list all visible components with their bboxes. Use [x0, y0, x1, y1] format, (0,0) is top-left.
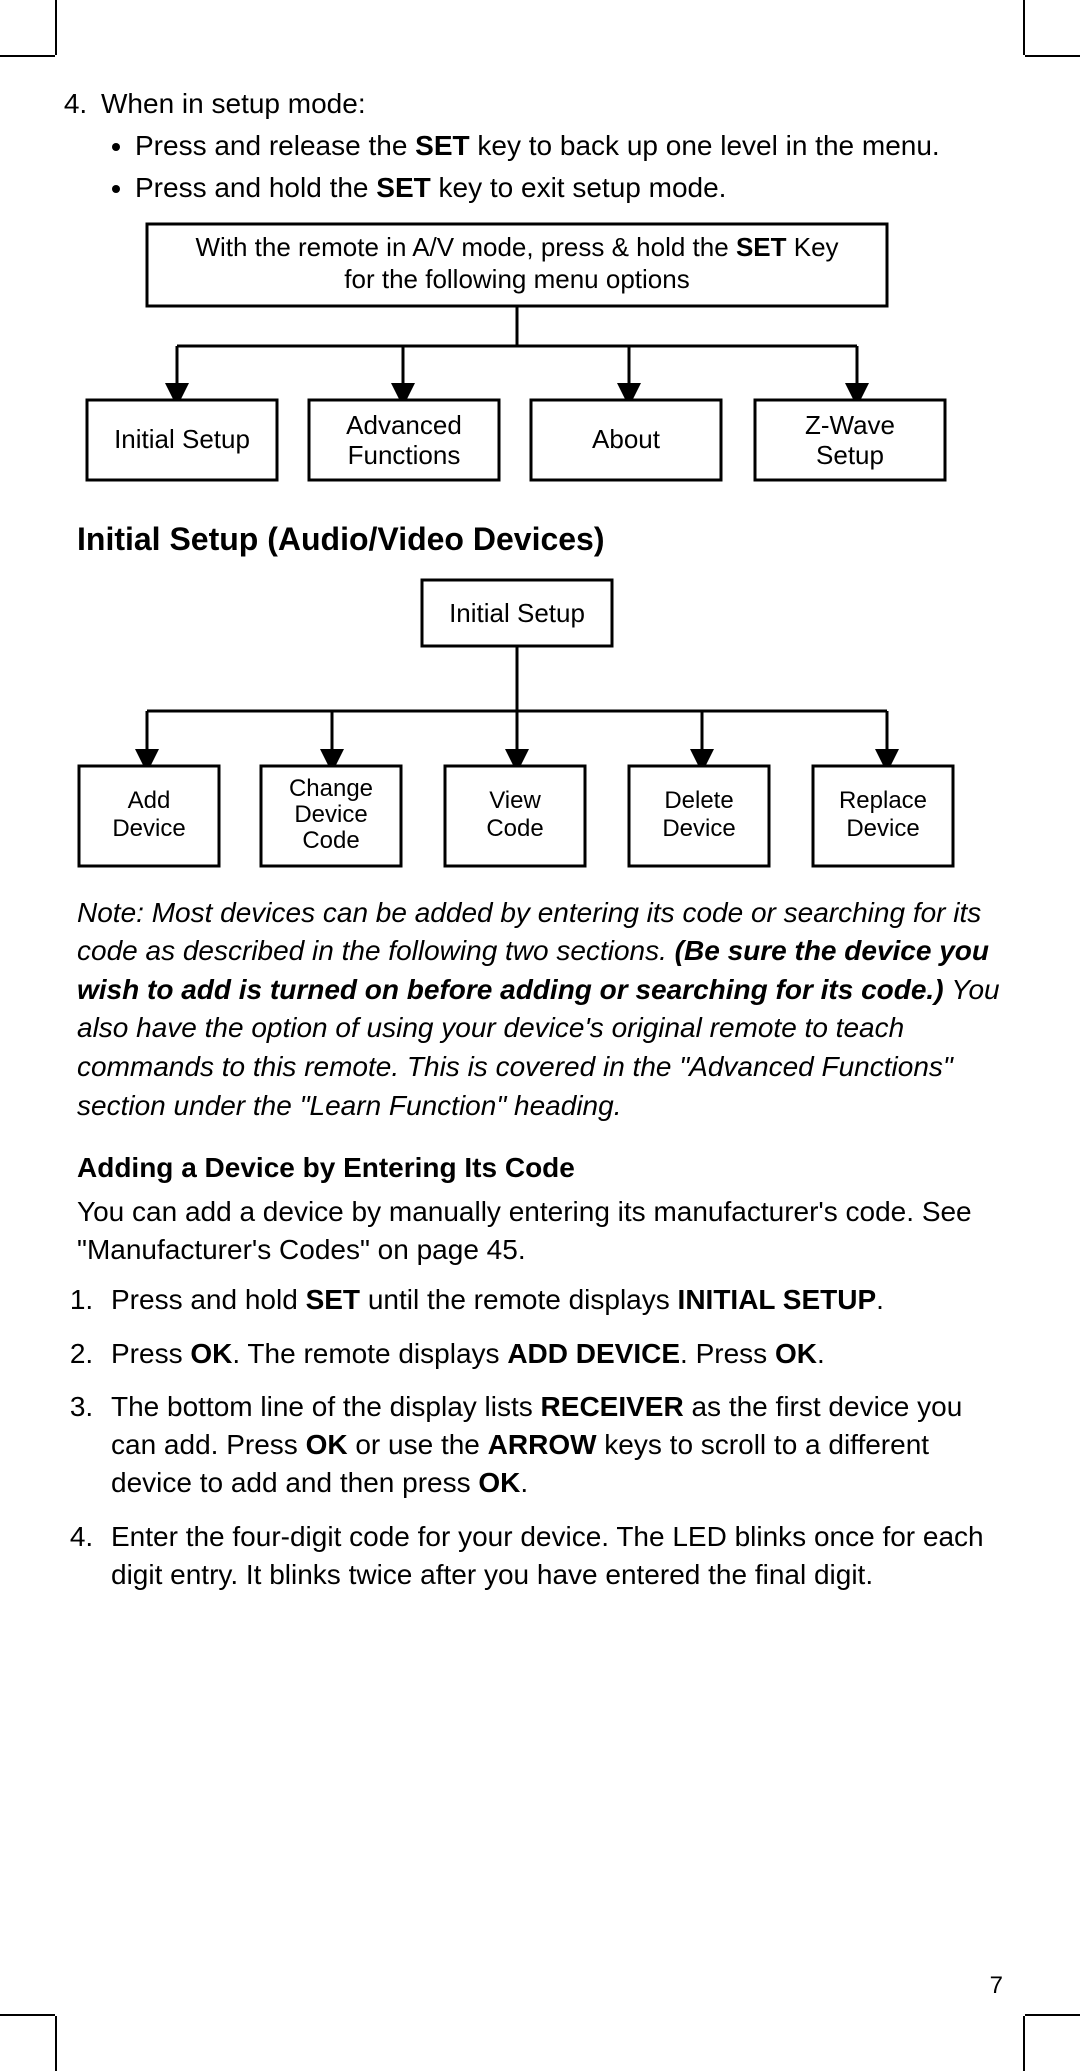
ok-key: OK [190, 1338, 232, 1369]
adding-device-steps: Press and hold SET until the remote disp… [101, 1281, 1003, 1594]
box-add-device: Add [128, 787, 171, 814]
svg-text:Device: Device [846, 815, 919, 842]
svg-text:With the remote in A/V mode, p: With the remote in A/V mode, press & hol… [195, 232, 838, 262]
step-4-intro: When in setup mode: [101, 88, 366, 119]
initial-setup-diagram: Initial Setup Add Device Change Device C… [77, 576, 1003, 876]
box-change-device-code: Change [289, 775, 373, 802]
svg-text:Setup: Setup [816, 440, 884, 470]
txt: Press and release the [135, 130, 415, 161]
svg-text:Device: Device [294, 801, 367, 828]
step-4: When in setup mode: Press and release th… [95, 85, 1003, 206]
box-view-code: View [489, 787, 541, 814]
svg-text:Device: Device [662, 815, 735, 842]
step-4-bullet-1: Press and release the SET key to back up… [135, 127, 1003, 165]
svg-text:Code: Code [486, 815, 543, 842]
section-heading: Initial Setup (Audio/Video Devices) [77, 518, 1003, 561]
svg-text:Device: Device [112, 815, 185, 842]
step-4-sub: Press and release the SET key to back up… [135, 127, 1003, 207]
page-number: 7 [990, 1972, 1003, 2000]
svg-text:for the following menu options: for the following menu options [344, 264, 689, 294]
ok-key: OK [306, 1429, 348, 1460]
adding-device-heading: Adding a Device by Entering Its Code [77, 1149, 1003, 1187]
adding-device-intro: You can add a device by manually enterin… [77, 1193, 1003, 1269]
step-2: Press OK. The remote displays ADD DEVICE… [101, 1335, 1003, 1373]
setup-mode-list: When in setup mode: Press and release th… [95, 85, 1003, 206]
set-key: SET [306, 1284, 360, 1315]
box-initial-setup-root: Initial Setup [449, 598, 585, 628]
svg-text:Code: Code [302, 827, 359, 854]
ok-key: OK [775, 1338, 817, 1369]
add-device-key: ADD DEVICE [507, 1338, 680, 1369]
initial-setup-key: INITIAL SETUP [678, 1284, 877, 1315]
menu-diagram-1: With the remote in A/V mode, press & hol… [77, 220, 1003, 500]
receiver-key: RECEIVER [541, 1391, 684, 1422]
step-4: Enter the four-digit code for your devic… [101, 1518, 1003, 1594]
txt: key to exit setup mode. [431, 172, 727, 203]
box-initial-setup: Initial Setup [114, 424, 250, 454]
box-zwave-setup: Z-Wave [805, 410, 895, 440]
arrow-key: ARROW [488, 1429, 597, 1460]
txt: Press and hold the [135, 172, 376, 203]
set-key: SET [376, 172, 430, 203]
note-paragraph: Note: Most devices can be added by enter… [77, 894, 1003, 1126]
box-about: About [592, 424, 661, 454]
box-delete-device: Delete [664, 787, 733, 814]
box-replace-device: Replace [839, 787, 927, 814]
step-4-bullet-2: Press and hold the SET key to exit setup… [135, 169, 1003, 207]
ok-key: OK [478, 1467, 520, 1498]
set-key: SET [415, 130, 469, 161]
svg-text:Functions: Functions [348, 440, 461, 470]
step-3: The bottom line of the display lists REC… [101, 1388, 1003, 1501]
box-advanced-functions: Advanced [346, 410, 462, 440]
txt: key to back up one level in the menu. [470, 130, 940, 161]
step-1: Press and hold SET until the remote disp… [101, 1281, 1003, 1319]
